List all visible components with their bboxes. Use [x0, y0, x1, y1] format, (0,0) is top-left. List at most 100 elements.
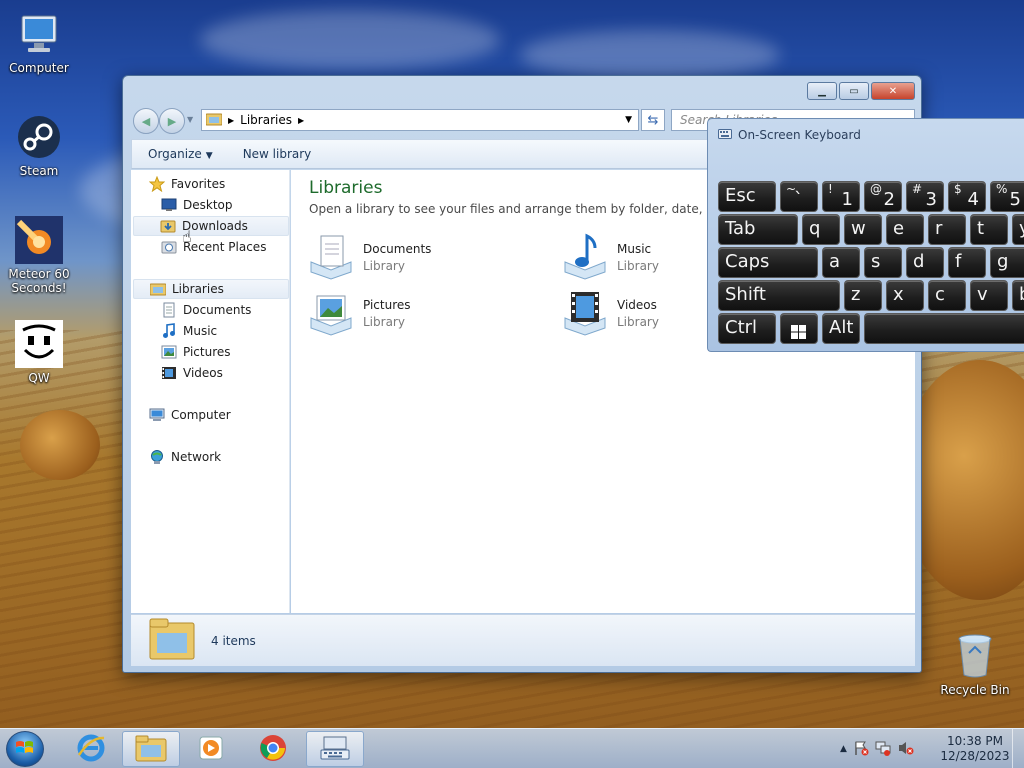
nav-libraries[interactable]: Libraries	[133, 279, 289, 299]
system-tray: ▲	[840, 731, 915, 767]
key-a[interactable]: a	[822, 247, 860, 278]
windows-logo-icon	[791, 321, 807, 343]
new-library-button[interactable]: New library	[243, 147, 312, 161]
key-4[interactable]: $4	[948, 181, 986, 212]
organize-button[interactable]: Organize ▼	[148, 147, 213, 161]
key-1[interactable]: ! 1	[822, 181, 860, 212]
key-d[interactable]: d	[906, 247, 944, 278]
forward-button[interactable]: ▶	[159, 108, 185, 134]
desktop-icon-steam[interactable]: Steam	[4, 113, 74, 178]
key-2[interactable]: @2	[864, 181, 902, 212]
key-s[interactable]: s	[864, 247, 902, 278]
volume-muted-icon[interactable]	[897, 740, 915, 759]
library-documents[interactable]: Documents Library	[307, 232, 527, 282]
key-shift-symbol: #	[912, 182, 923, 196]
library-type: Library	[363, 315, 405, 329]
close-button[interactable]: ✕	[871, 82, 915, 100]
key-symbol: 1	[841, 189, 853, 210]
taskbar-internet-explorer[interactable]	[62, 731, 120, 767]
nav-label: Favorites	[171, 177, 226, 191]
taskbar-clock[interactable]: 10:38 PM 12/28/2023	[940, 734, 1010, 764]
key-f[interactable]: f	[948, 247, 986, 278]
key-space[interactable]	[864, 313, 1024, 344]
show-desktop-button[interactable]	[1012, 729, 1024, 768]
desktop-icon-label: QW	[28, 371, 50, 385]
taskbar-on-screen-keyboard[interactable]	[306, 731, 364, 767]
key-q[interactable]: q	[802, 214, 840, 245]
nav-music[interactable]: Music	[161, 321, 217, 341]
minimize-button[interactable]: ▁	[807, 82, 837, 100]
key-c[interactable]: c	[928, 280, 966, 311]
item-count: 4 items	[211, 633, 256, 648]
library-name: Documents	[363, 242, 432, 256]
nav-downloads[interactable]: Downloads ☝	[133, 216, 289, 246]
start-button[interactable]	[6, 731, 44, 767]
desktop-icon-meteor[interactable]: Meteor 60 Seconds!	[4, 216, 74, 295]
nav-network[interactable]: Network	[149, 447, 221, 467]
key-5[interactable]: % 5	[990, 181, 1024, 212]
address-bar[interactable]: ▶ Libraries ▶ ▼	[201, 109, 639, 131]
taskbar-chrome[interactable]	[244, 731, 302, 767]
key-t[interactable]: t	[970, 214, 1008, 245]
key-w[interactable]: w	[844, 214, 882, 245]
breadcrumb-chevron-icon[interactable]: ▶	[298, 116, 304, 125]
key-shift-symbol: @	[870, 182, 882, 196]
desktop-icon-qw[interactable]: QW	[4, 320, 74, 385]
organize-label: Organize	[148, 147, 202, 161]
nav-videos[interactable]: Videos	[161, 363, 223, 383]
key-alt[interactable]: Alt	[822, 313, 860, 344]
key-b[interactable]: b	[1012, 280, 1024, 311]
maximize-button[interactable]: ▭	[839, 82, 869, 100]
library-type: Library	[363, 259, 405, 273]
show-hidden-icons-button[interactable]: ▲	[840, 744, 847, 754]
key-shift-symbol: !	[828, 182, 833, 196]
desktop-icon-recycle-bin[interactable]: Recycle Bin	[940, 632, 1010, 697]
computer-icon	[15, 10, 63, 58]
key-3[interactable]: #3	[906, 181, 944, 212]
back-button[interactable]: ◀	[133, 108, 159, 134]
key-r[interactable]: r	[928, 214, 966, 245]
nav-favorites[interactable]: Favorites	[148, 174, 226, 194]
key-ctrl[interactable]: Ctrl	[718, 313, 776, 344]
video-film-icon	[161, 365, 177, 381]
recent-places-icon	[161, 239, 177, 255]
key-shift[interactable]: Shift	[718, 280, 840, 311]
nav-documents[interactable]: Documents	[161, 300, 251, 320]
libraries-icon	[149, 281, 167, 297]
nav-recent-places[interactable]: Recent Places	[161, 237, 266, 257]
library-pictures[interactable]: Pictures Library	[307, 288, 527, 338]
key-e[interactable]: e	[886, 214, 924, 245]
libraries-folder-icon	[205, 112, 223, 129]
key-esc[interactable]: Esc	[718, 181, 776, 212]
nav-label: Network	[171, 450, 222, 464]
key-caps[interactable]: Caps	[718, 247, 818, 278]
hay-bale	[20, 410, 100, 480]
downloads-folder-icon	[160, 218, 176, 234]
network-status-icon[interactable]	[875, 740, 891, 759]
nav-label: Pictures	[183, 345, 231, 359]
nav-pictures[interactable]: Pictures	[161, 342, 231, 362]
refresh-button[interactable]: ⇆	[641, 109, 665, 131]
music-note-icon	[161, 323, 177, 339]
taskbar-media-player[interactable]	[182, 731, 240, 767]
address-dropdown-icon[interactable]: ▼	[625, 115, 632, 125]
taskbar-windows-explorer[interactable]	[122, 731, 180, 767]
nav-desktop[interactable]: Desktop	[161, 195, 233, 215]
pictures-library-icon	[307, 288, 355, 336]
key-y[interactable]: y	[1012, 214, 1024, 245]
key-x[interactable]: x	[886, 280, 924, 311]
nav-computer[interactable]: Computer	[149, 405, 231, 425]
taskbar: ▲ 10:38 PM 12/28/2023	[0, 728, 1024, 768]
key-z[interactable]: z	[844, 280, 882, 311]
key-backtick[interactable]: ~ `	[780, 181, 818, 212]
key-g[interactable]: g	[990, 247, 1024, 278]
recent-pages-dropdown[interactable]: ▼	[187, 115, 193, 124]
action-center-flag-icon[interactable]	[853, 740, 869, 759]
maximize-icon: ▭	[849, 85, 859, 97]
desktop-icon	[161, 197, 177, 213]
desktop-icon-computer[interactable]: Computer	[4, 10, 74, 75]
breadcrumb-libraries[interactable]: Libraries	[240, 113, 292, 127]
key-v[interactable]: v	[970, 280, 1008, 311]
key-windows[interactable]	[780, 313, 818, 344]
key-tab[interactable]: Tab	[718, 214, 798, 245]
